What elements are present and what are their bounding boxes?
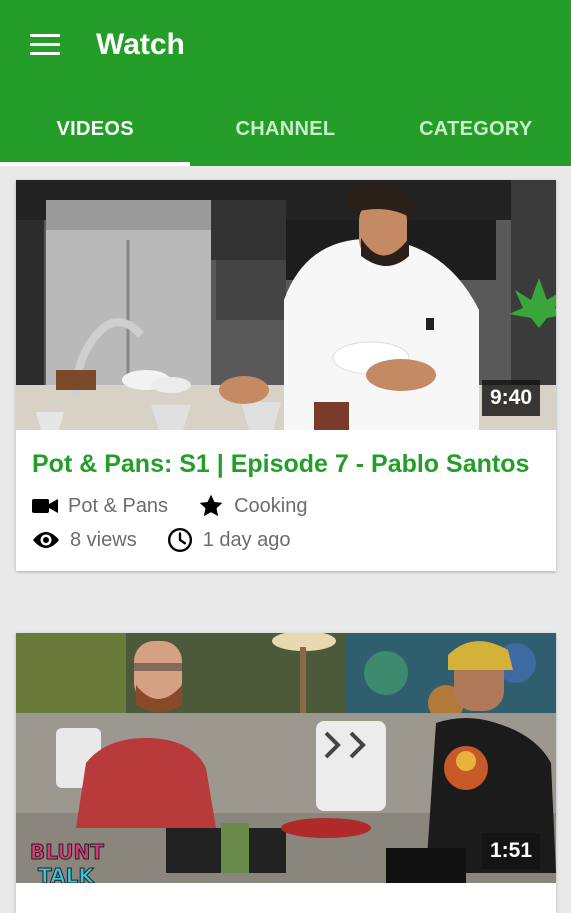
tab-videos[interactable]: VIDEOS bbox=[0, 106, 191, 166]
video-camera-icon bbox=[32, 499, 58, 513]
eye-icon bbox=[33, 532, 59, 548]
view-count: 8 views bbox=[70, 528, 137, 551]
tab-bar: VIDEOS CHANNEL CATEGORY bbox=[0, 106, 571, 166]
video-duration: 9:40 bbox=[481, 380, 540, 416]
video-card[interactable]: 9:40 Pot & Pans: S1 | Episode 7 - Pablo … bbox=[16, 180, 556, 571]
video-thumbnail[interactable]: 9:40 bbox=[16, 180, 556, 430]
menu-icon[interactable] bbox=[30, 34, 60, 58]
kitchen-scene-image bbox=[16, 180, 556, 430]
tab-channel[interactable]: CHANNEL bbox=[190, 106, 380, 166]
video-title[interactable]: Pot & Pans: S1 | Episode 7 - Pablo Santo… bbox=[32, 448, 540, 481]
video-duration: 1:51 bbox=[481, 833, 540, 869]
channel-name: Pot & Pans bbox=[68, 494, 169, 517]
upload-age: 1 day ago bbox=[202, 528, 291, 551]
blunt-talk-logo: BLUNT TALK bbox=[30, 840, 105, 884]
category-name: Cooking bbox=[234, 494, 308, 517]
star-icon bbox=[199, 494, 223, 517]
video-card[interactable]: BLUNT TALK 1:51 bbox=[16, 633, 556, 913]
app-bar: Watch VIDEOS CHANNEL CATEGORY bbox=[0, 0, 571, 166]
svg-text:TALK: TALK bbox=[38, 864, 95, 883]
category-meta[interactable]: Cooking bbox=[198, 493, 307, 519]
channel-meta[interactable]: Pot & Pans bbox=[32, 495, 168, 518]
video-thumbnail[interactable]: BLUNT TALK 1:51 bbox=[16, 633, 556, 883]
clock-icon bbox=[167, 527, 192, 553]
tab-category[interactable]: CATEGORY bbox=[381, 106, 571, 166]
page-title: Watch bbox=[96, 28, 185, 61]
svg-text:BLUNT: BLUNT bbox=[30, 840, 104, 864]
